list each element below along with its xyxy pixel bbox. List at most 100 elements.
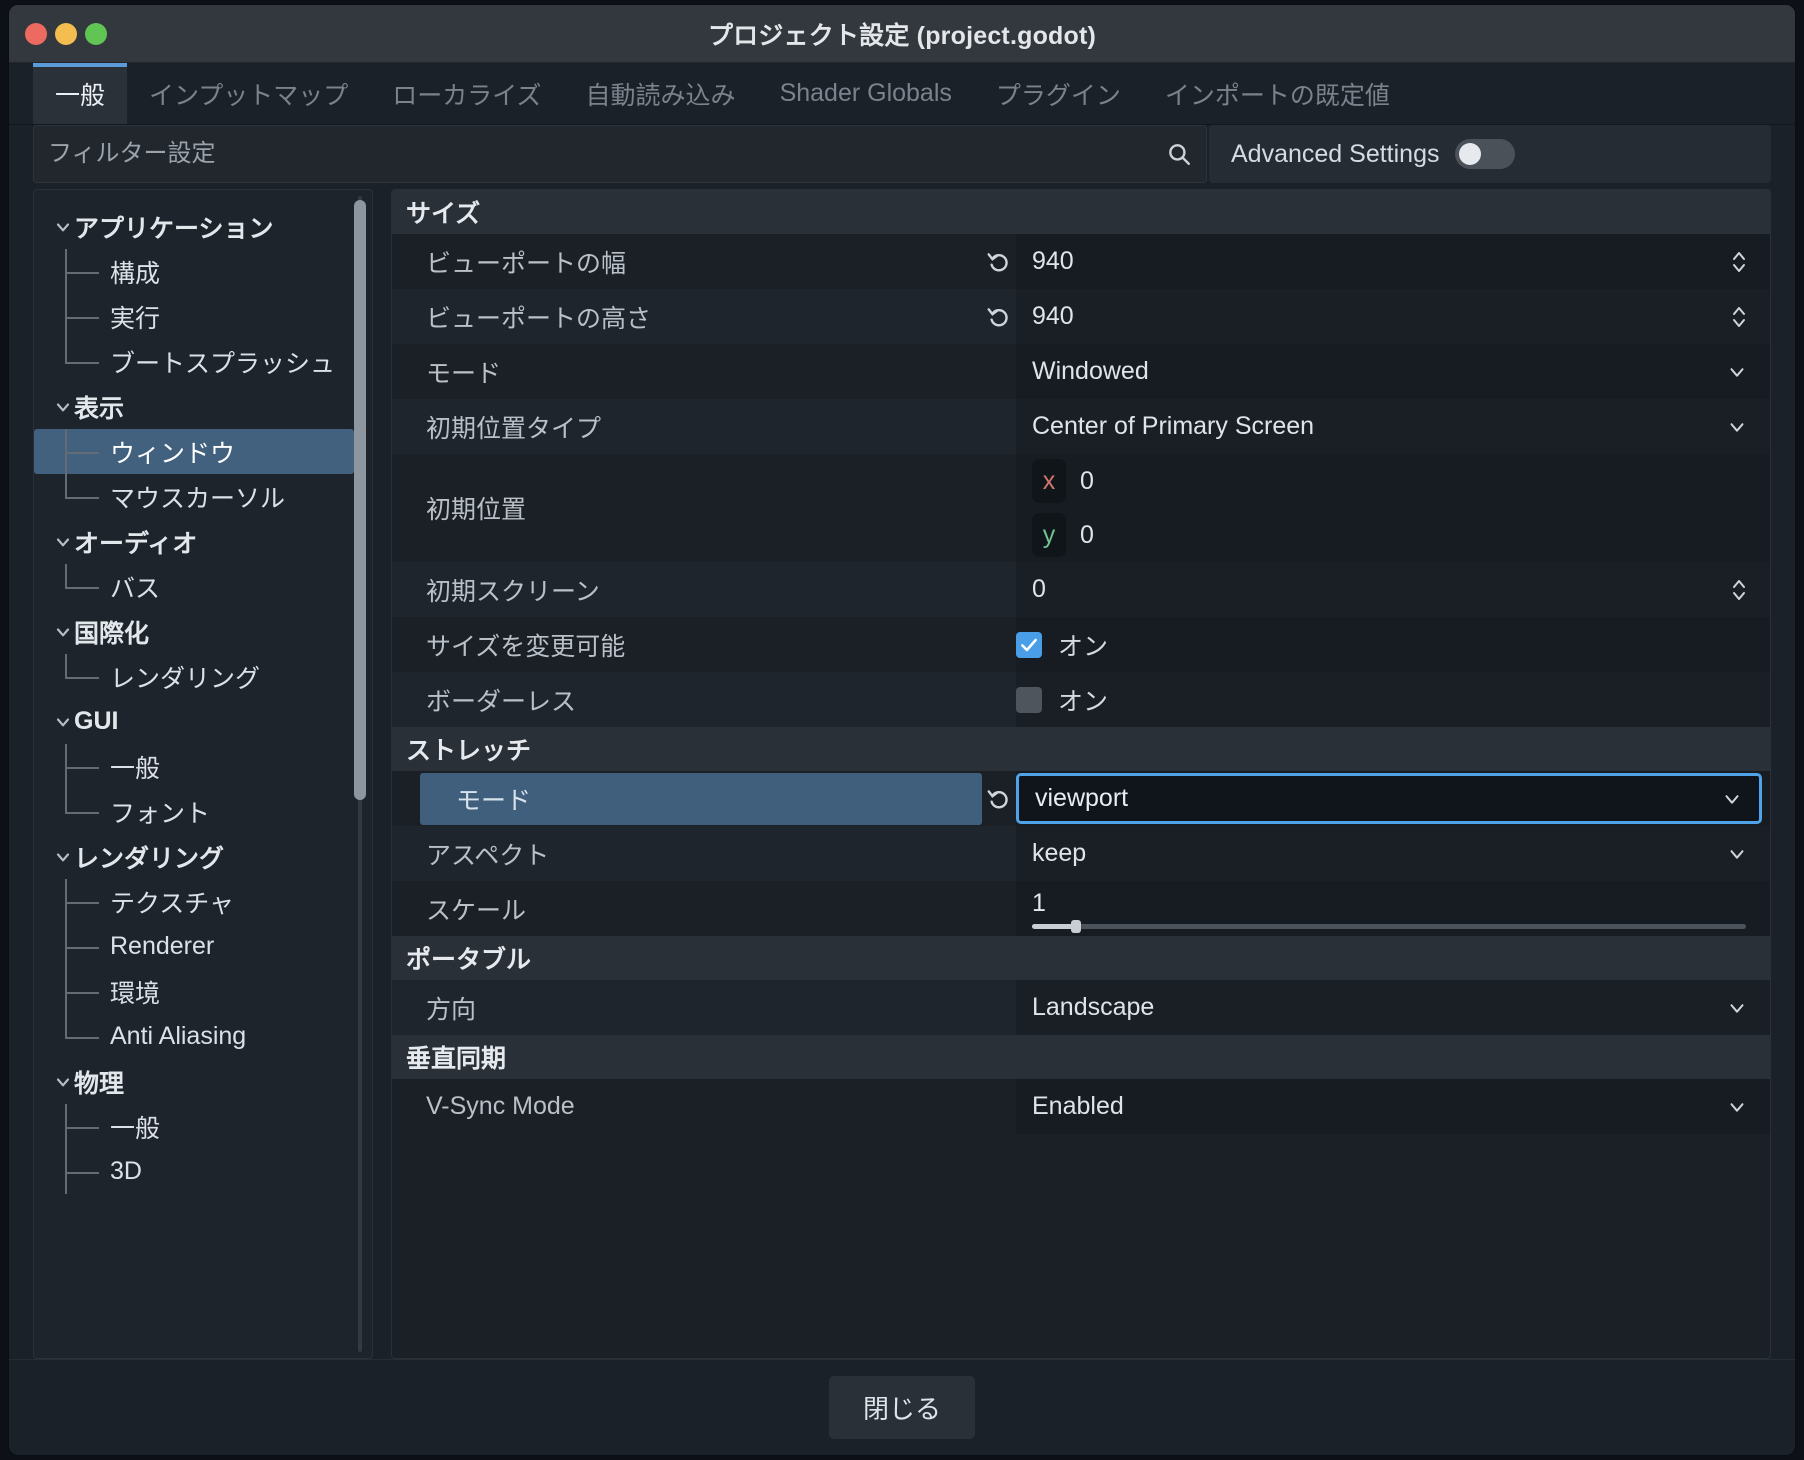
sidebar-item-4[interactable]: 表示 [34,384,372,429]
property-value[interactable]: Enabled [1016,1079,1770,1134]
property-row[interactable]: モード viewport [392,771,1770,826]
property-row[interactable]: ビューポートの幅 940 [392,234,1770,289]
sidebar-item-7[interactable]: オーディオ [34,519,372,564]
tab-1[interactable]: インプットマップ [127,63,370,124]
chevron-down-icon[interactable] [52,396,74,418]
sidebar-item-18[interactable]: Anti Aliasing [34,1014,372,1059]
property-row[interactable]: サイズを変更可能 オン [392,617,1770,672]
sidebar-item-5[interactable]: ウィンドウ [34,429,354,474]
checkbox-group[interactable]: オン [1016,627,1108,663]
sidebar-item-1[interactable]: 構成 [34,249,372,294]
property-row[interactable]: 方向 Landscape [392,980,1770,1035]
sidebar-item-12[interactable]: 一般 [34,744,372,789]
sidebar-item-11[interactable]: GUI [34,699,372,744]
sidebar-item-17[interactable]: 環境 [34,969,372,1014]
chevron-down-icon[interactable] [52,216,74,238]
tab-5[interactable]: プラグイン [974,63,1143,124]
scrollbar-thumb[interactable] [354,200,366,800]
sidebar-item-10[interactable]: レンダリング [34,654,372,699]
chevron-down-icon[interactable] [1726,843,1748,865]
tab-3[interactable]: 自動読み込み [564,63,758,124]
axis-x-value[interactable]: 0 [1080,467,1094,496]
revert-icon[interactable] [982,786,1016,812]
sidebar-item-2[interactable]: 実行 [34,294,372,339]
property-value[interactable]: Center of Primary Screen [1016,399,1770,454]
slider-control[interactable]: 1 [1032,881,1770,936]
property-row[interactable]: モード Windowed [392,344,1770,399]
property-value[interactable]: オン [1016,672,1770,727]
chevron-down-icon[interactable] [52,846,74,868]
property-value[interactable]: 940 [1016,289,1770,344]
property-row[interactable]: ボーダーレス オン [392,672,1770,727]
tab-4[interactable]: Shader Globals [758,63,974,124]
advanced-settings-toggle[interactable] [1455,139,1516,169]
sidebar-item-0[interactable]: アプリケーション [34,204,372,249]
spinner-arrows-icon[interactable] [1730,574,1748,606]
dropdown-value[interactable]: Center of Primary Screen [1032,412,1726,441]
sidebar-item-15[interactable]: テクスチャ [34,879,372,924]
chevron-down-icon[interactable] [52,1071,74,1093]
sidebar-item-21[interactable]: 3D [34,1149,372,1194]
vector-component-x[interactable]: x0 [1016,454,1770,508]
property-row[interactable]: ビューポートの高さ 940 [392,289,1770,344]
property-value[interactable]: keep [1016,826,1770,881]
chevron-down-icon[interactable] [1726,1096,1748,1118]
spinner-arrows-icon[interactable] [1730,301,1748,333]
sidebar-item-16[interactable]: Renderer [34,924,372,969]
axis-y-value[interactable]: 0 [1080,521,1094,550]
tab-0[interactable]: 一般 [33,63,128,124]
dropdown-value[interactable]: Windowed [1032,357,1726,386]
property-row[interactable]: 初期スクリーン 0 [392,562,1770,617]
number-input-value[interactable]: 940 [1032,247,1730,276]
dropdown-value[interactable]: Landscape [1032,993,1726,1022]
sidebar-item-19[interactable]: 物理 [34,1059,372,1104]
tab-6[interactable]: インポートの既定値 [1143,63,1412,124]
sidebar-item-3[interactable]: ブートスプラッシュ [34,339,372,384]
chevron-down-icon[interactable] [52,531,74,553]
property-row[interactable]: 初期位置 x 0 y 0 [392,454,1770,562]
property-value[interactable]: 940 [1016,234,1770,289]
property-value[interactable]: Windowed [1016,344,1770,399]
number-input-value[interactable]: 0 [1032,575,1730,604]
sidebar-item-9[interactable]: 国際化 [34,609,372,654]
sidebar-item-14[interactable]: レンダリング [34,834,372,879]
property-row[interactable]: アスペクト keep [392,826,1770,881]
minimize-window-button[interactable] [55,22,77,45]
property-value[interactable]: オン [1016,617,1770,672]
property-row[interactable]: スケール 1 [392,881,1770,936]
chevron-down-icon[interactable] [52,621,74,643]
slider-value[interactable]: 1 [1032,889,1746,918]
chevron-down-icon[interactable] [52,711,74,733]
stretch-mode-dropdown[interactable]: viewport [1016,773,1762,824]
sidebar-item-13[interactable]: フォント [34,789,372,834]
search-input[interactable] [48,140,1166,168]
property-row[interactable]: V-Sync Mode Enabled [392,1079,1770,1134]
chevron-down-icon[interactable] [1726,997,1748,1019]
slider-track[interactable] [1032,919,1746,933]
tab-2[interactable]: ローカライズ [370,63,563,124]
revert-icon[interactable] [982,249,1016,275]
dropdown-value[interactable]: Enabled [1032,1092,1726,1121]
close-window-button[interactable] [25,22,47,45]
checkbox-group[interactable]: オン [1016,682,1108,718]
sidebar-scrollbar[interactable] [354,196,366,1352]
chevron-down-icon[interactable] [1726,361,1748,383]
spinner-arrows-icon[interactable] [1730,246,1748,278]
property-value[interactable]: 0 [1016,562,1770,617]
chevron-down-icon[interactable] [1721,788,1743,810]
slider-grabber[interactable] [1070,919,1081,933]
property-value[interactable]: viewport [1016,771,1770,826]
property-value[interactable]: 1 [1016,881,1770,936]
filter-settings-box[interactable] [33,125,1207,183]
property-value[interactable]: x0y0 [1016,454,1770,562]
property-row[interactable]: 初期位置タイプ Center of Primary Screen [392,399,1770,454]
checkbox-unchecked-icon[interactable] [1016,686,1042,713]
sidebar-item-20[interactable]: 一般 [34,1104,372,1149]
maximize-window-button[interactable] [85,22,107,45]
sidebar-item-8[interactable]: バス [34,564,372,609]
vector-component-y[interactable]: y0 [1016,508,1770,562]
dropdown-value[interactable]: keep [1032,839,1726,868]
chevron-down-icon[interactable] [1726,416,1748,438]
revert-icon[interactable] [982,304,1016,330]
sidebar-item-6[interactable]: マウスカーソル [34,474,372,519]
